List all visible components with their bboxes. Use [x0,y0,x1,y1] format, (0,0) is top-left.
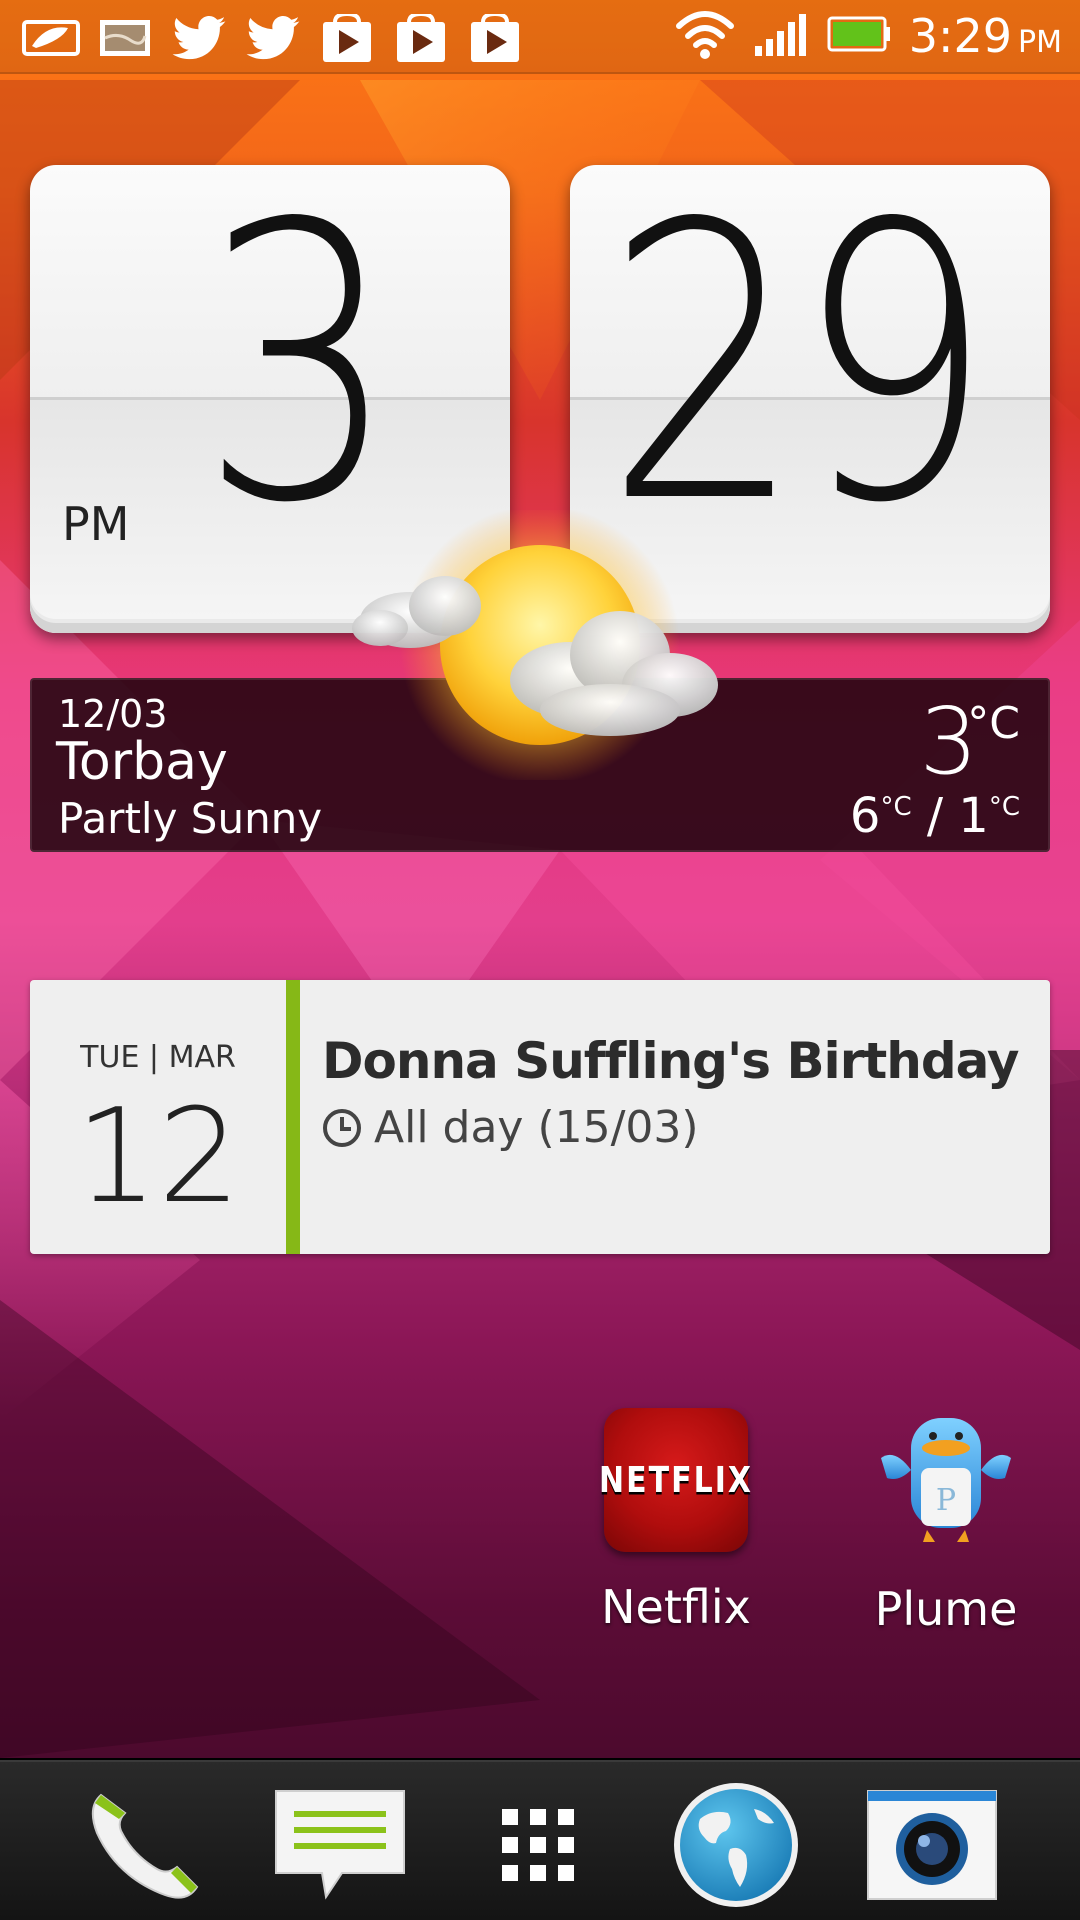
weather-city: Torbay [56,732,228,792]
partly-sunny-icon [352,510,718,780]
netflix-icon[interactable]: NETFLIX [599,1408,751,1552]
event-title[interactable]: Donna Suffling's Birthday [322,1032,1019,1090]
app-plume[interactable]: P Plume [836,1408,1056,1636]
calendar-date-block: TUE | MAR 12 [30,980,286,1254]
dock-phone[interactable] [74,1780,214,1910]
play-store-icon [318,12,376,64]
event-time-row: All day (15/03) [322,1102,699,1153]
clock-icon [323,1108,361,1147]
calendar-day-number: 12 [75,1080,241,1232]
calendar-day-month: TUE | MAR [80,1040,236,1075]
dock [0,1758,1080,1920]
dock-messages[interactable] [270,1780,410,1910]
weather-high: 6 [849,788,881,844]
app-label-plume: Plume [874,1582,1018,1636]
weather-unit: °C [967,698,1020,749]
weather-high-unit: °C [880,792,912,822]
status-bar: 3:29 PM [0,0,1080,74]
browser-icon[interactable] [670,1779,802,1911]
weather-range: 6°C / 1°C [850,788,1020,844]
wifi-icon [675,8,735,64]
signal-icon [753,12,809,60]
status-ampm: PM [1018,25,1062,60]
play-store-icon [466,12,524,64]
messages-icon[interactable] [272,1787,408,1903]
dock-app-drawer[interactable] [468,1780,608,1910]
dock-camera[interactable] [862,1780,1002,1910]
phone-icon[interactable] [79,1785,209,1905]
dock-browser[interactable] [666,1780,806,1910]
plume-icon[interactable]: P [873,1408,1019,1554]
app-netflix[interactable]: NETFLIX Netflix [566,1408,786,1634]
clock-hour: 3 [200,165,398,586]
status-clock: 3:29 PM [909,9,1062,63]
app-label-netflix: Netflix [601,1580,751,1634]
svg-text:P: P [936,1483,956,1518]
app-drawer-icon[interactable] [498,1805,578,1885]
play-store-icon [392,12,450,64]
weather-low-unit: °C [988,792,1020,822]
twitter-icon [244,12,302,64]
weather-condition: Partly Sunny [58,794,323,843]
status-indicators: 3:29 PM [675,8,1062,64]
status-time: 3:29 [908,9,1013,63]
weather-range-separator: / [911,788,959,844]
calendar-accent-bar [286,980,300,1254]
calendar-widget[interactable]: TUE | MAR 12 Donna Suffling's Birthday A… [30,980,1050,1254]
clock-ampm: PM [62,497,130,551]
image-icon [96,12,154,64]
reader-icon [22,12,80,64]
netflix-logo-text: NETFLIX [599,1459,753,1501]
event-time: All day (15/03) [374,1102,699,1153]
battery-icon [827,16,891,56]
clock-minute: 29 [605,165,993,586]
notification-icons [22,12,524,64]
weather-date: 12/03 [58,692,168,736]
camera-icon[interactable] [864,1787,1000,1903]
weather-low: 1 [958,788,989,844]
twitter-icon [170,12,228,64]
